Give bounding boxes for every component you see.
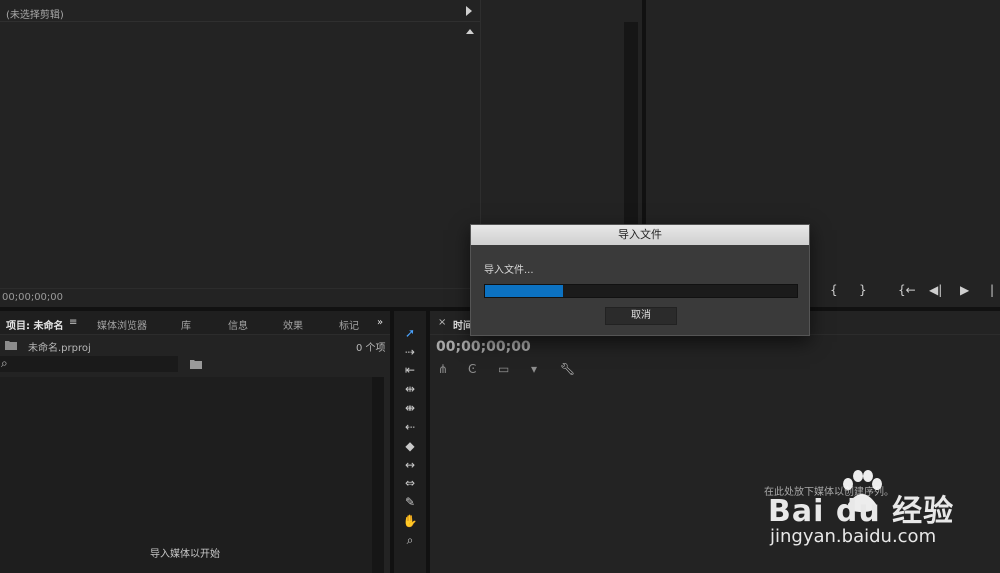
baidu-watermark: Bai du 经验 jingyan.baidu.com: [764, 470, 994, 560]
project-panel: 项目: 未命名 ≡ 媒体浏览器 库 信息 效果 标记 » 未命名.prproj …: [0, 311, 390, 573]
project-content-area[interactable]: 导入媒体以开始: [0, 377, 380, 573]
pen-tool-icon[interactable]: ⇔: [400, 475, 420, 491]
razor-tool-icon[interactable]: ⇠: [400, 419, 420, 435]
tab-libraries[interactable]: 库: [181, 317, 191, 332]
project-scrollbar[interactable]: [372, 377, 384, 573]
ripple-edit-tool-icon[interactable]: ⇤: [400, 362, 420, 378]
progress-fill: [485, 285, 563, 297]
empty-message: 导入媒体以开始: [150, 549, 220, 560]
hand-tool-icon[interactable]: ✋: [400, 513, 420, 529]
cancel-button[interactable]: 取消: [605, 307, 677, 325]
dialog-message: 导入文件...: [484, 265, 534, 276]
zoom-tool-icon[interactable]: ⌕: [400, 532, 420, 548]
double-chevron-right-icon[interactable]: »: [377, 317, 383, 328]
import-dialog: 导入文件 导入文件... 取消: [470, 224, 810, 336]
source-timecode[interactable]: 00;00;00;00: [2, 292, 63, 303]
expand-arrow-icon[interactable]: [466, 6, 472, 16]
project-file-row: 未命名.prproj 0 个项: [0, 337, 390, 355]
dialog-title: 导入文件: [471, 225, 809, 245]
new-bin-icon[interactable]: [189, 358, 203, 370]
source-clip-label: (未选择剪辑): [6, 10, 64, 21]
source-clip-header[interactable]: (未选择剪辑): [0, 2, 480, 22]
baidu-logo-text: Bai du 经验: [768, 494, 955, 529]
import-progress-bar: [484, 284, 798, 298]
linked-selection-icon[interactable]: Ͼ: [468, 362, 476, 376]
folder-icon: [5, 341, 17, 350]
play-icon[interactable]: ▶: [960, 283, 969, 297]
tab-markers[interactable]: 标记: [339, 317, 359, 332]
tab-project[interactable]: 项目: 未命名: [6, 317, 63, 332]
go-to-in-icon[interactable]: {←: [898, 283, 916, 297]
timeline-timecode[interactable]: 00;00;00;00: [436, 339, 531, 355]
tab-effects[interactable]: 效果: [283, 317, 303, 332]
tab-media-browser[interactable]: 媒体浏览器: [97, 317, 147, 332]
baidu-url: jingyan.baidu.com: [770, 526, 937, 547]
marker-icon[interactable]: ▾: [531, 362, 537, 376]
slide-tool-icon[interactable]: ↔: [400, 457, 420, 473]
rolling-edit-tool-icon[interactable]: ⇹: [400, 381, 420, 397]
step-back-icon[interactable]: ◀|: [929, 283, 942, 297]
selection-tool-icon[interactable]: ➚: [400, 325, 420, 341]
snap-icon[interactable]: ⋔: [438, 362, 448, 376]
scroll-up-icon[interactable]: [466, 29, 474, 34]
wrench-icon[interactable]: 🔧︎: [560, 362, 575, 376]
tools-panel: ➚ ⇢ ⇤ ⇹ ⇼ ⇠ ◆ ↔ ⇔ ✎ ✋ ⌕: [394, 311, 426, 573]
track-select-tool-icon[interactable]: ⇢: [400, 344, 420, 360]
search-input[interactable]: ⌕: [0, 356, 178, 372]
project-file-name: 未命名.prproj: [28, 343, 91, 354]
tab-info[interactable]: 信息: [228, 317, 248, 332]
project-tabs: 项目: 未命名 ≡ 媒体浏览器 库 信息 效果 标记 »: [0, 311, 390, 335]
panel-menu-icon[interactable]: ≡: [69, 317, 77, 328]
step-forward-icon[interactable]: |: [990, 283, 994, 297]
search-icon: ⌕: [1, 356, 8, 370]
pen-icon[interactable]: ✎: [400, 494, 420, 510]
add-marker-icon[interactable]: ▭: [498, 362, 509, 376]
item-count: 0 个项: [356, 343, 386, 354]
close-icon[interactable]: ×: [438, 317, 446, 328]
mark-in-icon[interactable]: {: [830, 283, 838, 297]
rate-stretch-tool-icon[interactable]: ⇼: [400, 400, 420, 416]
slip-tool-icon[interactable]: ◆: [400, 438, 420, 454]
mark-out-icon[interactable]: }: [859, 283, 867, 297]
